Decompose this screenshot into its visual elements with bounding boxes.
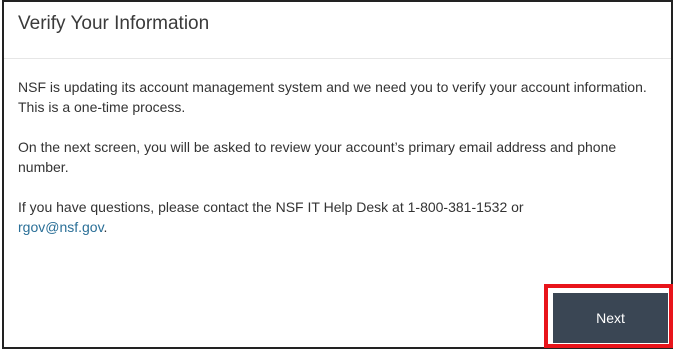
- panel-body: NSF is updating its account management s…: [18, 77, 668, 257]
- help-desk-email-link[interactable]: rgov@nsf.gov: [18, 219, 104, 235]
- help-desk-text: If you have questions, please contact th…: [18, 197, 668, 237]
- next-button[interactable]: Next: [553, 293, 668, 343]
- help-desk-contact-text: If you have questions, please contact th…: [18, 199, 524, 215]
- update-notice-text: NSF is updating its account management s…: [18, 79, 647, 115]
- help-desk-period: .: [103, 219, 108, 235]
- panel-title: Verify Your Information: [18, 13, 210, 34]
- review-notice-text: On the next screen, you will be asked to…: [18, 139, 617, 175]
- panel-header: Verify Your Information: [4, 2, 671, 59]
